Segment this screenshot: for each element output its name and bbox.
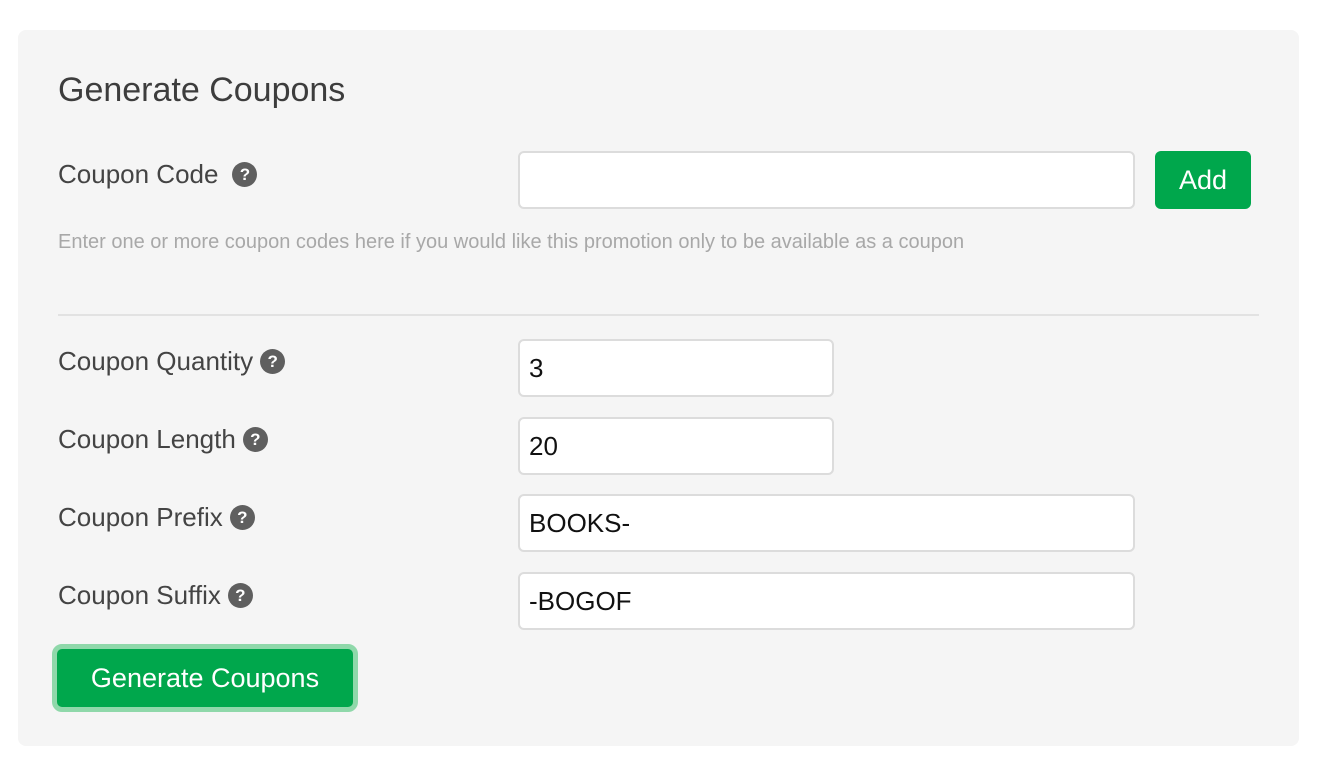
question-circle-icon[interactable]: ?	[227, 582, 253, 608]
coupon-prefix-input[interactable]	[518, 494, 1135, 552]
coupon-code-label: Coupon Code	[58, 159, 219, 189]
coupon-quantity-label-group: Coupon Quantity ?	[58, 346, 286, 376]
coupon-length-label-group: Coupon Length ?	[58, 424, 268, 454]
coupon-prefix-label-group: Coupon Prefix ?	[58, 502, 255, 532]
coupon-suffix-label: Coupon Suffix	[58, 580, 221, 610]
coupon-suffix-input[interactable]	[518, 572, 1135, 630]
question-circle-icon[interactable]: ?	[232, 161, 258, 187]
question-circle-icon[interactable]: ?	[242, 426, 268, 452]
question-circle-icon[interactable]: ?	[260, 348, 286, 374]
coupon-code-label-group: Coupon Code ?	[58, 159, 258, 189]
coupon-quantity-input[interactable]	[518, 339, 834, 397]
coupon-quantity-label: Coupon Quantity	[58, 346, 254, 376]
coupon-length-label: Coupon Length	[58, 424, 236, 454]
coupon-code-input[interactable]	[518, 151, 1135, 209]
coupon-prefix-label: Coupon Prefix	[58, 502, 223, 532]
add-coupon-button[interactable]: Add	[1155, 151, 1251, 209]
generate-coupons-button[interactable]: Generate Coupons	[52, 644, 358, 712]
coupon-length-input[interactable]	[518, 417, 834, 475]
page-title: Generate Coupons	[58, 71, 346, 109]
question-circle-icon[interactable]: ?	[229, 504, 255, 530]
coupon-suffix-label-group: Coupon Suffix ?	[58, 580, 253, 610]
section-divider	[58, 314, 1259, 316]
coupon-code-hint: Enter one or more coupon codes here if y…	[58, 231, 965, 253]
